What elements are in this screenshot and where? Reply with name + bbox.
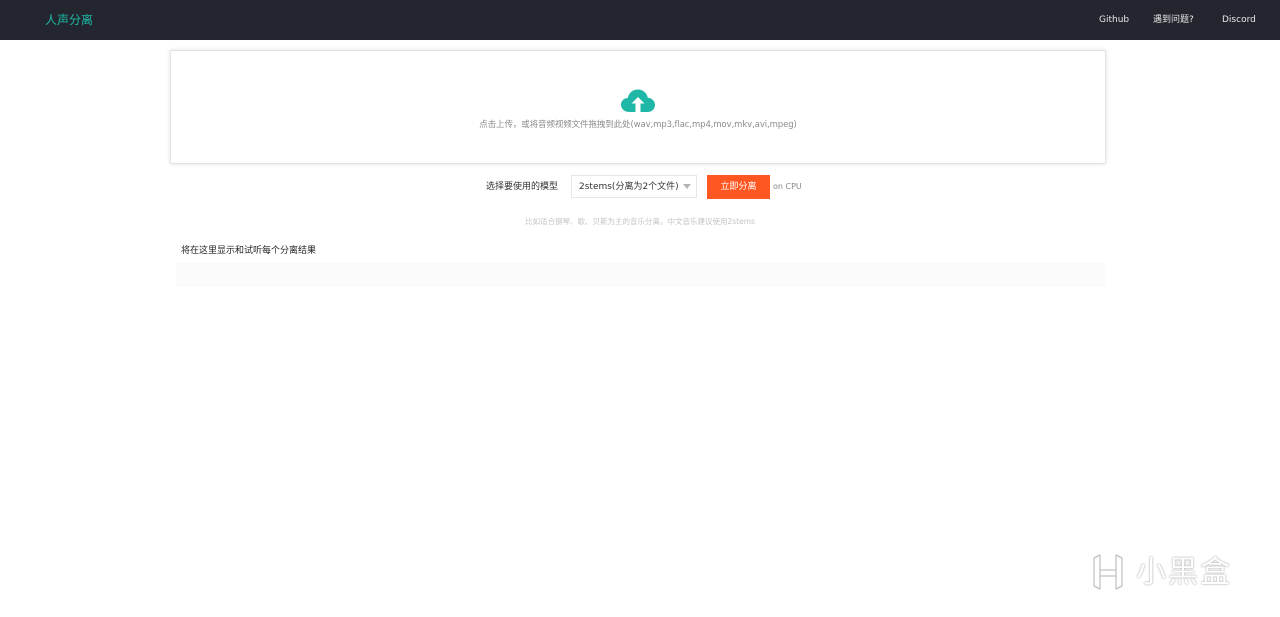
watermark: 小黑盒	[1086, 546, 1251, 596]
nav-link-github[interactable]: Github	[1099, 14, 1129, 26]
cloud-upload-icon	[621, 89, 655, 113]
nav-link-problem[interactable]: 遇到问题?	[1153, 14, 1194, 26]
nav-link-discord[interactable]: Discord	[1222, 14, 1256, 26]
watermark-text: 小黑盒	[1136, 555, 1232, 590]
xiaoheihe-logo-icon	[1092, 553, 1124, 591]
brand-title[interactable]: 人声分离	[45, 12, 93, 28]
results-title: 将在这里显示和试听每个分离结果	[181, 246, 317, 256]
chevron-down-icon	[683, 184, 691, 189]
model-select[interactable]: 2stems(分离为2个文件)	[571, 175, 697, 198]
top-navbar: 人声分离 Github 遇到问题? Discord	[0, 0, 1280, 40]
device-label: on CPU	[773, 182, 802, 191]
model-label: 选择要使用的模型	[486, 182, 559, 192]
model-select-value: 2stems(分离为2个文件)	[579, 182, 679, 192]
upload-hint: 点击上传，或将音频视频文件拖拽到此处(wav,mp3,flac,mp4,mov,…	[479, 120, 797, 130]
results-area	[176, 263, 1106, 287]
separate-button[interactable]: 立即分离	[707, 175, 770, 199]
upload-dropzone[interactable]: 点击上传，或将音频视频文件拖拽到此处(wav,mp3,flac,mp4,mov,…	[170, 50, 1106, 164]
model-note: 比如适合钢琴、歌、贝斯为主的音乐分离，中文音乐建议使用2stems	[525, 217, 755, 226]
